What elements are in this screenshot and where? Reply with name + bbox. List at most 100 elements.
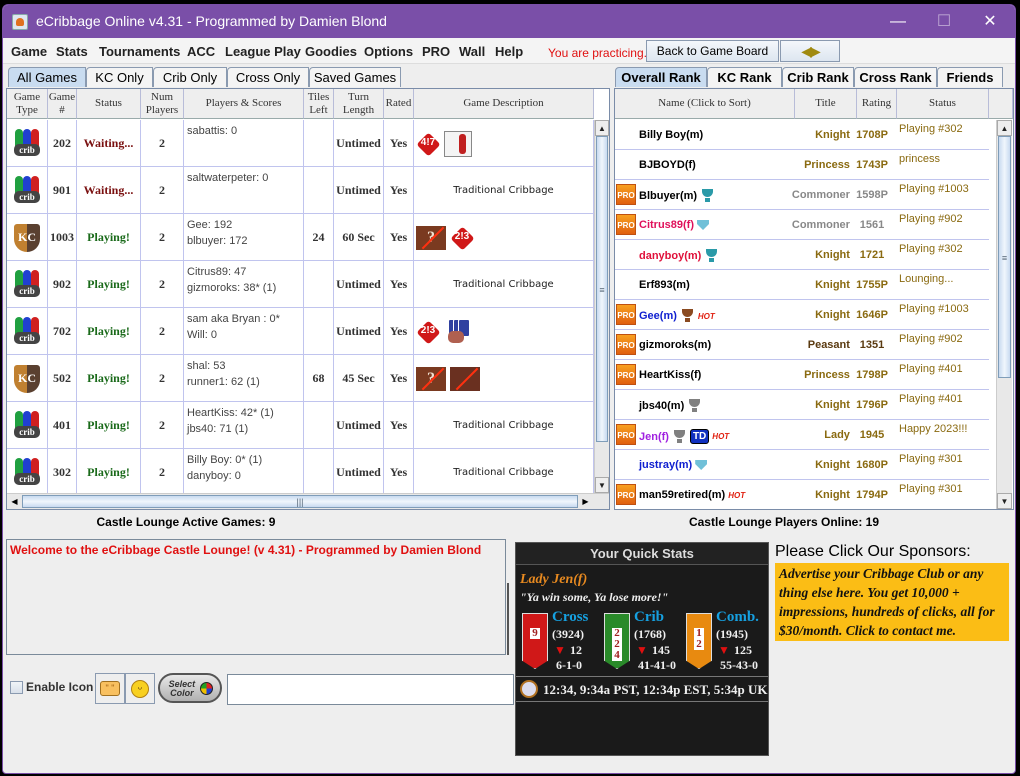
swap-panels-button[interactable]: ◀▶ [780,40,840,62]
player-row[interactable]: PRO Blbuyer(m) Commoner 1598P Playing #1003 [615,180,989,210]
menu-acc[interactable]: ACC [187,44,215,59]
player-row[interactable]: BJBOYD(f) Princess 1743P princess [615,150,989,180]
menu-options[interactable]: Options [364,44,413,59]
game-row[interactable]: crib 202 Waiting... 2 sabattis: 0 Untimed Yes 4… [7,120,594,167]
scroll-thumb[interactable]: ≡ [998,136,1011,378]
player-name[interactable]: Blbuyer(m) [639,190,697,202]
tab-kc-only[interactable]: KC Only [86,67,153,87]
menu-game[interactable]: Game [11,44,47,59]
scroll-up-arrow[interactable]: ▲ [997,120,1012,136]
tab-crib-only[interactable]: Crib Only [153,67,227,87]
player-name[interactable]: Gee(m) [639,310,677,322]
player-name-cell: jbs40(m) [615,390,795,420]
tab-kc-rank[interactable]: KC Rank [707,67,782,87]
player-title: Peasant [807,339,850,351]
tab-crib-rank[interactable]: Crib Rank [782,67,854,87]
close-button[interactable]: ✕ [967,9,1013,35]
scroll-down-arrow[interactable]: ▼ [997,493,1012,509]
player-name[interactable]: BJBOYD(f) [639,159,696,171]
col-rated[interactable]: Rated [384,89,414,119]
tab-friends[interactable]: Friends [937,67,1003,87]
minimize-button[interactable]: — [875,9,921,35]
player-title: Knight [815,489,850,501]
col-player-status[interactable]: Status [897,89,989,119]
col-status[interactable]: Status [77,89,141,119]
menu-wall[interactable]: Wall [459,44,485,59]
game-row[interactable]: KC 1003 Playing! 2 Gee: 192 blbuyer: 172 24 60 … [7,214,594,261]
game-status: Waiting... [77,167,141,214]
menu-help[interactable]: Help [495,44,523,59]
player-row[interactable]: PRO man59retired(m) HOT Knight 1794P Playing… [615,480,989,509]
chat-log[interactable]: Welcome to the eCribbage Castle Lounge! … [6,539,506,655]
col-game-description[interactable]: Game Description [414,89,594,119]
col-name[interactable]: Name (Click to Sort) [615,89,795,119]
game-row[interactable]: crib 901 Waiting... 2 saltwaterpeter: 0 Untim… [7,167,594,214]
back-to-game-board-button[interactable]: Back to Game Board [646,40,779,62]
player-name[interactable]: Citrus89(f) [639,219,694,231]
player-row[interactable]: Billy Boy(m) Knight 1708P Playing #302 [615,120,989,150]
col-title[interactable]: Title [795,89,857,119]
enable-icon-checkbox[interactable] [10,681,23,694]
player-name[interactable]: HeartKiss(f) [639,369,701,381]
turn-length: Untimed [334,167,384,214]
tab-saved-games[interactable]: Saved Games [309,67,401,87]
col-game-type[interactable]: Game Type [7,89,48,119]
player-row[interactable]: jbs40(m) Knight 1796P Playing #401 [615,390,989,420]
player-name[interactable]: jbs40(m) [639,400,684,412]
menu-goodies[interactable]: Goodies [305,44,357,59]
player-row[interactable]: PRO Gee(m) HOT Knight 1646P Playing #1003 [615,300,989,330]
scroll-thumb[interactable]: ≡ [596,136,608,442]
select-color-button[interactable]: Select Color [158,673,222,703]
chat-input[interactable] [227,674,514,705]
tab-cross-only[interactable]: Cross Only [227,67,309,87]
player-row[interactable]: PRO gizmoroks(m) Peasant 1351 Playing #902 [615,330,989,360]
player-row[interactable]: PRO HeartKiss(f) Princess 1798P Playing #40… [615,360,989,390]
col-game-number[interactable]: Game # [48,89,77,119]
player-row[interactable]: justray(m) Knight 1680P Playing #301 [615,450,989,480]
player-name[interactable]: justray(m) [639,459,692,471]
quote-button[interactable]: " " [95,673,125,704]
scroll-left-arrow[interactable]: ◀ [7,494,22,509]
player-name[interactable]: danyboy(m) [639,250,701,262]
player-status-cell: Happy 2023!!! [895,420,989,450]
chat-scrollbar[interactable] [507,583,509,655]
col-players-scores[interactable]: Players & Scores [184,89,304,119]
players-vertical-scrollbar[interactable]: ▲ ≡ ▼ [996,120,1012,509]
player-name[interactable]: Billy Boy(m) [639,129,703,141]
game-row[interactable]: crib 702 Playing! 2 sam aka Bryan : 0* Will: … [7,308,594,355]
games-vertical-scrollbar[interactable]: ▲ ≡ ▼ [594,120,609,493]
scroll-up-arrow[interactable]: ▲ [595,120,609,136]
tab-all-games[interactable]: All Games [8,67,86,87]
scroll-right-arrow[interactable]: ▶ [578,494,593,509]
emoticon-button[interactable]: ᵕ [125,673,155,704]
game-description: Traditional Cribbage [414,402,594,449]
menu-stats[interactable]: Stats [56,44,88,59]
game-row[interactable]: crib 401 Playing! 2 HeartKiss: 42* (1) jbs40:… [7,402,594,449]
maximize-button[interactable]: ☐ [921,9,967,35]
menu-tournaments[interactable]: Tournaments [99,44,180,59]
menu-league-play[interactable]: League Play [225,44,301,59]
game-row[interactable]: KC 502 Playing! 2 shal: 53 runner1: 62 (1) 68 4… [7,355,594,402]
col-turn-length[interactable]: Turn Length [334,89,384,119]
menu-pro[interactable]: PRO [422,44,450,59]
col-rating[interactable]: Rating [857,89,897,119]
player-name[interactable]: Erf893(m) [639,279,690,291]
tab-cross-rank[interactable]: Cross Rank [854,67,937,87]
col-tiles-left[interactable]: Tiles Left [304,89,334,119]
scroll-down-arrow[interactable]: ▼ [595,477,609,493]
game-row[interactable]: crib 902 Playing! 2 Citrus89: 47 gizmoroks: 3… [7,261,594,308]
player-row[interactable]: danyboy(m) Knight 1721 Playing #302 [615,240,989,270]
tab-overall-rank[interactable]: Overall Rank [615,67,707,87]
player-row[interactable]: PRO Citrus89(f) Commoner 1561 Playing #902 [615,210,989,240]
game-row[interactable]: crib 302 Playing! 2 Billy Boy: 0* (1) danyboy… [7,449,594,493]
player-name[interactable]: Jen(f) [639,431,669,443]
player-row[interactable]: Erf893(m) Knight 1755P Lounging... [615,270,989,300]
games-horizontal-scrollbar[interactable]: ◀ ||| ▶ [7,493,609,509]
sponsor-ad[interactable]: Advertise your Cribbage Club or any thin… [775,563,1009,641]
player-name[interactable]: gizmoroks(m) [639,339,711,351]
player-score: Citrus89: 47 [187,266,247,278]
player-row[interactable]: PRO Jen(f) TD HOT Lady 1945 Happy 2023!!! [615,420,989,450]
col-num-players[interactable]: Num Players [141,89,184,119]
player-name[interactable]: man59retired(m) [639,489,725,501]
horizontal-scroll-thumb[interactable]: ||| [22,495,578,508]
